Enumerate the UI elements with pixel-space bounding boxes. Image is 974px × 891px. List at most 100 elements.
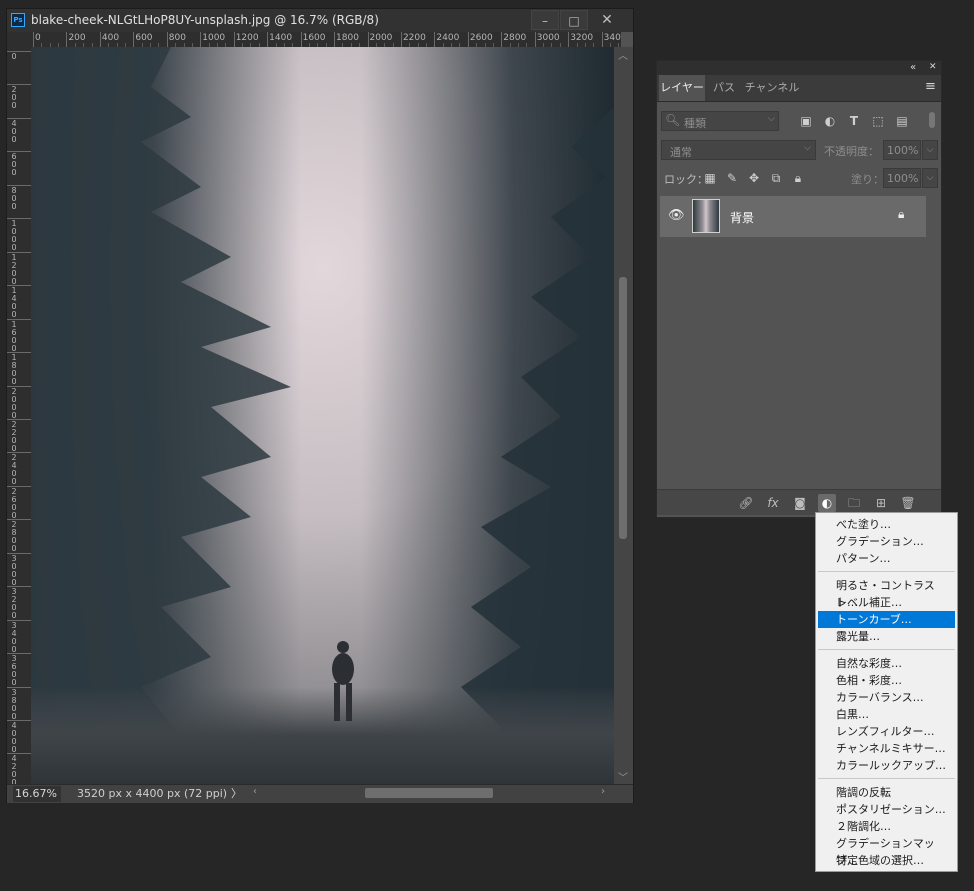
menu-item[interactable]: 階調の反転 [818, 784, 955, 801]
document-window: Ps blake-cheek-NLGtLHoP8UY-unsplash.jpg … [6, 8, 634, 803]
fill-dropdown-icon[interactable]: ⌵ [922, 168, 938, 188]
tab-channels[interactable]: チャンネル [743, 75, 801, 101]
menu-item[interactable]: パターン… [818, 550, 955, 567]
ruler-tick [400, 32, 402, 47]
pixel-layer-filter-icon[interactable]: ▣ [797, 112, 815, 130]
menu-item[interactable]: カラールックアップ… [818, 757, 955, 774]
lock-transparent-pixels-icon[interactable]: ▦ [701, 169, 719, 187]
adjustment-layer-icon[interactable]: ◐ [818, 494, 836, 512]
ruler-label: 1800 [336, 33, 359, 43]
panel-menu-icon[interactable]: ≡ [925, 79, 936, 94]
link-layers-icon[interactable]: 🔗︎ [737, 494, 755, 512]
ruler-label: 400 [101, 33, 120, 43]
horizontal-scroll-thumb[interactable] [365, 788, 493, 798]
ruler-label: 1400 [11, 286, 17, 320]
blend-mode-select[interactable]: 通常 ⌵ [661, 140, 816, 160]
eye-visibility-icon[interactable]: 👁︎ [668, 208, 685, 223]
lock-artboard-icon[interactable]: ⧉ [767, 169, 785, 187]
scroll-up-icon[interactable]: ︿ [618, 47, 628, 62]
tab-layers[interactable]: レイヤー [659, 75, 705, 101]
vertical-scroll-thumb[interactable] [619, 277, 627, 539]
ruler-label: 600 [11, 152, 17, 178]
type-layer-filter-icon[interactable]: T [845, 112, 863, 130]
restore-button[interactable]: □ [560, 10, 588, 30]
opacity-input[interactable]: 100% [883, 140, 921, 160]
menu-item[interactable]: ポスタリゼーション… [818, 801, 955, 818]
ruler-corner[interactable] [7, 32, 31, 47]
filter-icons: ▣ ◐ T ⬚ ▤ [797, 112, 937, 130]
menu-item[interactable]: レンズフィルター… [818, 723, 955, 740]
ruler-tick [166, 32, 168, 47]
zoom-level-field[interactable]: 16.67% [13, 786, 61, 802]
ruler-tick [233, 32, 235, 47]
menu-item[interactable]: グラデーション… [818, 533, 955, 550]
layer-row-background[interactable]: 👁︎ 背景 🔒︎ [660, 196, 926, 237]
fx-layer-style-icon[interactable]: fx [764, 494, 782, 512]
smart-object-filter-icon[interactable]: ▤ [893, 112, 911, 130]
ruler-label: 2800 [503, 33, 527, 43]
adjustment-layer-filter-icon[interactable]: ◐ [821, 112, 839, 130]
menu-item[interactable]: 特定色域の選択… [818, 852, 955, 869]
vertical-scrollbar[interactable]: ︿ ﹀ [614, 47, 633, 784]
ruler-label: 1400 [269, 33, 293, 43]
ruler-label: 400 [11, 118, 17, 144]
menu-item[interactable]: グラデーションマップ… [818, 835, 955, 867]
lock-position-icon[interactable]: ✥ [745, 169, 763, 187]
fill-input[interactable]: 100% [883, 168, 921, 188]
menu-item[interactable]: トーンカーブ… [818, 611, 955, 628]
scroll-right-icon[interactable]: › [601, 786, 605, 797]
collapse-panel-icon[interactable]: « [910, 61, 916, 74]
menu-item[interactable]: 露光量… [818, 628, 955, 645]
add-mask-icon[interactable]: ◙ [791, 494, 809, 512]
shape-layer-filter-icon[interactable]: ⬚ [869, 112, 887, 130]
menu-item[interactable]: チャンネルミキサー… [818, 740, 955, 757]
ruler-label: 800 [11, 185, 17, 211]
image-canvas[interactable] [31, 47, 614, 784]
ruler-label: 2000 [369, 33, 393, 43]
lock-image-pixels-icon[interactable]: ✎ [723, 169, 741, 187]
menu-item[interactable]: 自然な彩度… [818, 655, 955, 672]
status-menu-arrow-icon[interactable]: 〉 [231, 786, 242, 802]
scroll-down-icon[interactable]: ﹀ [618, 769, 628, 784]
minimize-button[interactable]: – [531, 10, 559, 30]
menu-item[interactable]: べた塗り… [818, 516, 955, 533]
menu-item[interactable]: ２階調化… [818, 818, 955, 835]
menu-item[interactable]: 色相・彩度… [818, 672, 955, 689]
menu-item[interactable]: カラーバランス… [818, 689, 955, 706]
menu-item[interactable]: 明るさ・コントラスト… [818, 577, 955, 609]
layer-lock-icon[interactable]: 🔒︎ [898, 207, 904, 222]
tab-paths[interactable]: パス [707, 75, 741, 101]
ruler-label: 1000 [11, 219, 17, 253]
trash-delete-icon[interactable]: 🗑︎ [899, 494, 917, 512]
layer-filter-select[interactable]: 🔍︎ 種類 ⌵ [661, 111, 779, 131]
new-group-folder-icon[interactable]: 🗀︎ [845, 494, 863, 512]
scroll-left-icon[interactable]: ‹ [253, 786, 257, 797]
vertical-ruler[interactable]: 0 200 400 600 800 1000 1200 1400 1600 1800 2000 220… [7, 47, 32, 784]
layer-name[interactable]: 背景 [730, 209, 754, 226]
panel-tabs: レイヤー パス チャンネル ≡ [657, 75, 941, 102]
opacity-dropdown-icon[interactable]: ⌵ [922, 140, 938, 160]
ruler-tick [534, 32, 536, 47]
filter-kind-label: 種類 [684, 117, 706, 130]
horizontal-scrollbar[interactable]: ‹ › [247, 784, 633, 802]
close-panel-icon[interactable]: ✕ [929, 61, 937, 74]
ruler-label: 2600 [11, 486, 17, 520]
filter-toggle[interactable] [929, 112, 935, 128]
panel-header[interactable]: « ✕ [657, 61, 941, 75]
ruler-label: 4000 [11, 721, 17, 754]
opacity-value: 100% [887, 144, 919, 157]
ruler-label: 2800 [11, 520, 17, 554]
lock-all-icon[interactable]: 🔒︎ [789, 169, 807, 187]
forest-fog-photo [31, 47, 614, 784]
menu-item[interactable]: レベル補正… [818, 594, 955, 611]
ruler-label: 4200 [11, 754, 17, 784]
document-title-bar[interactable]: Ps blake-cheek-NLGtLHoP8UY-unsplash.jpg … [7, 9, 633, 32]
ruler-label: 2400 [436, 33, 460, 43]
menu-item[interactable]: 白黒… [818, 706, 955, 723]
ruler-label: 600 [135, 33, 153, 43]
chevron-down-icon: ⌵ [768, 114, 775, 124]
new-layer-icon[interactable]: ⊞ [872, 494, 890, 512]
close-button[interactable]: ✕ [590, 10, 624, 30]
layer-thumbnail [692, 199, 720, 233]
horizontal-ruler[interactable]: 0 200 400 600 800 1000 1200 1400 1600 1800 2000 220… [31, 32, 621, 48]
